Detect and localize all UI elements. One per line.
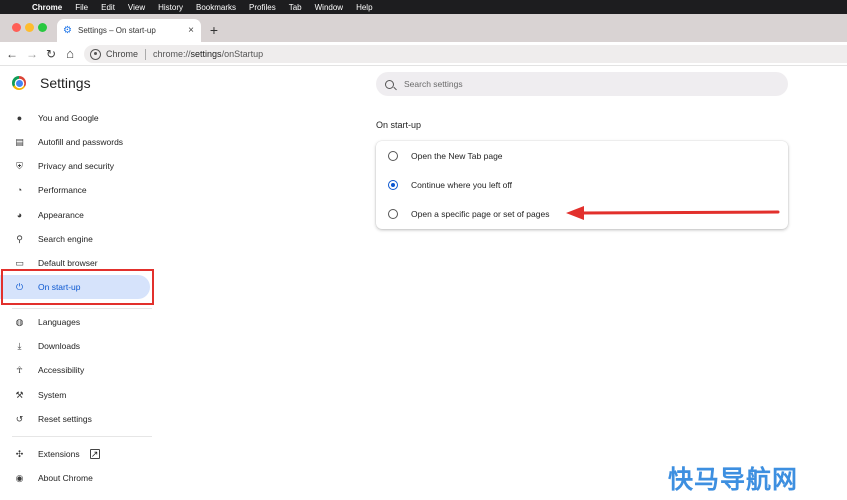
menu-profiles[interactable]: Profiles — [249, 3, 276, 12]
url-scheme: chrome:// — [153, 49, 191, 59]
sidebar-item-accessibility[interactable]: ☥ Accessibility — [0, 358, 152, 382]
browser-icon: ▭ — [15, 257, 24, 268]
sidebar-item-autofill[interactable]: ▤ Autofill and passwords — [0, 130, 152, 154]
url-path: /onStartup — [221, 49, 264, 59]
watermark-text: 快马导航网 — [668, 465, 799, 494]
sidebar-item-label: Extensions — [38, 449, 80, 459]
menu-help[interactable]: Help — [356, 3, 372, 12]
sidebar-divider — [12, 436, 152, 437]
palette-icon: ◕ — [16, 210, 23, 220]
chrome-icon: ◉ — [15, 472, 24, 483]
reset-icon: ↺ — [15, 413, 24, 424]
menu-file[interactable]: File — [75, 3, 88, 12]
search-placeholder: Search settings — [404, 79, 463, 89]
tab-strip: ⚙ Settings – On start-up × + — [0, 14, 847, 42]
sidebar-item-label: Accessibility — [38, 365, 85, 375]
sidebar-item-label: About Chrome — [38, 473, 93, 483]
sidebar-item-label: Performance — [38, 185, 87, 195]
sidebar-item-system[interactable]: ⚒ System — [0, 383, 152, 407]
menu-view[interactable]: View — [128, 3, 145, 12]
menu-history[interactable]: History — [158, 3, 183, 12]
download-icon: ⤓ — [17, 340, 22, 351]
menu-window[interactable]: Window — [315, 3, 343, 12]
menu-edit[interactable]: Edit — [101, 3, 115, 12]
tab-title: Settings – On start-up — [78, 26, 156, 35]
window-close-button[interactable] — [12, 23, 21, 32]
menu-tab[interactable]: Tab — [289, 3, 302, 12]
search-icon: ⚲ — [16, 233, 23, 244]
tab-settings[interactable]: ⚙ Settings – On start-up × — [57, 19, 201, 42]
url-host: settings — [190, 49, 222, 59]
sidebar-item-label: Downloads — [38, 341, 81, 351]
speedometer-icon: ◔ — [16, 185, 23, 195]
globe-icon: ◍ — [15, 316, 24, 327]
person-icon: ● — [16, 113, 23, 123]
chrome-logo-icon — [12, 76, 26, 90]
puzzle-icon: ✣ — [15, 448, 24, 459]
sidebar-item-label: Autofill and passwords — [38, 137, 124, 147]
radio-button[interactable] — [388, 150, 398, 161]
tab-close-icon[interactable]: × — [186, 25, 196, 36]
sidebar-item-label: Reset settings — [38, 414, 92, 424]
section-title: On start-up — [376, 120, 422, 130]
option-label: Continue where you left off — [411, 179, 512, 190]
sidebar-item-label: Privacy and security — [38, 161, 115, 171]
startup-option-new-tab[interactable]: Open the New Tab page — [376, 141, 788, 170]
radio-button-selected[interactable] — [388, 179, 398, 190]
sidebar-item-search-engine[interactable]: ⚲ Search engine — [0, 227, 152, 251]
menu-bookmarks[interactable]: Bookmarks — [196, 3, 236, 12]
sidebar-item-privacy[interactable]: ⛨ Privacy and security — [0, 154, 152, 178]
back-arrow-icon[interactable]: ← — [4, 45, 20, 63]
window-minimize-button[interactable] — [25, 23, 34, 32]
reload-icon[interactable]: ↻ — [43, 45, 59, 63]
page-title: Settings — [40, 75, 91, 91]
chrome-site-icon[interactable] — [90, 48, 101, 60]
sidebar-item-appearance[interactable]: ◕ Appearance — [0, 203, 152, 227]
sidebar-item-about-chrome[interactable]: ◉ About Chrome — [0, 466, 152, 490]
sidebar-item-label: Default browser — [38, 258, 98, 268]
accessibility-icon: ☥ — [16, 364, 23, 375]
sidebar-item-label: Search engine — [38, 234, 93, 244]
sidebar-item-label: Appearance — [38, 210, 84, 220]
option-label: Open a specific page or set of pages — [411, 208, 550, 219]
sidebar-item-label: You and Google — [38, 113, 99, 123]
window-zoom-button[interactable] — [38, 23, 47, 32]
annotation-highlight-box — [1, 269, 154, 305]
sidebar-item-languages[interactable]: ◍ Languages — [0, 310, 152, 334]
macos-menu-bar: Chrome File Edit View History Bookmarks … — [0, 0, 847, 14]
search-icon — [385, 79, 394, 89]
sidebar-item-extensions[interactable]: ✣ Extensions ↗ — [0, 442, 152, 466]
sidebar-item-you-and-google[interactable]: ● You and Google — [0, 106, 152, 130]
sidebar-item-reset-settings[interactable]: ↺ Reset settings — [0, 407, 152, 431]
radio-button[interactable] — [388, 208, 398, 219]
search-settings-input[interactable]: Search settings — [376, 72, 788, 96]
startup-option-continue[interactable]: Continue where you left off — [376, 170, 788, 199]
forward-arrow-icon[interactable]: → — [24, 45, 40, 63]
address-bar[interactable]: Chrome chrome:// settings /onStartup — [84, 45, 847, 63]
shield-icon: ⛨ — [16, 160, 23, 171]
sidebar-item-downloads[interactable]: ⤓ Downloads — [0, 334, 152, 358]
gear-icon: ⚙ — [63, 25, 72, 36]
site-chip-label: Chrome — [106, 49, 139, 59]
home-icon[interactable]: ⌂ — [62, 45, 78, 63]
address-divider — [145, 48, 147, 60]
menu-chrome[interactable]: Chrome — [32, 3, 62, 12]
external-link-icon: ↗ — [89, 449, 100, 459]
clipboard-icon: ▤ — [15, 136, 24, 147]
sidebar-item-performance[interactable]: ◔ Performance — [0, 178, 152, 202]
sidebar-divider — [12, 308, 152, 309]
annotation-arrow — [566, 206, 780, 220]
option-label: Open the New Tab page — [411, 150, 503, 161]
wrench-icon: ⚒ — [15, 389, 24, 400]
browser-toolbar: ← → ↻ ⌂ Chrome chrome:// settings /onSta… — [0, 42, 847, 66]
sidebar-item-label: Languages — [38, 317, 81, 327]
sidebar-item-label: System — [38, 390, 67, 400]
new-tab-button[interactable]: + — [207, 21, 221, 39]
